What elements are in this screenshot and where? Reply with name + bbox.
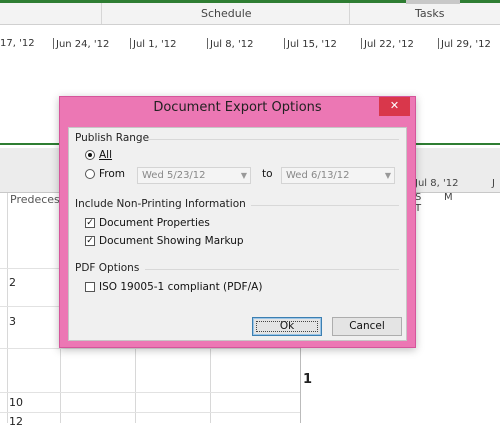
to-date-value: Wed 6/13/12 — [286, 170, 350, 181]
dialog-body: Publish Range All From Wed 5/23/12 ▼ to … — [68, 127, 407, 341]
predecessor-cell[interactable]: 12 — [9, 415, 23, 428]
cancel-button[interactable]: Cancel — [332, 317, 402, 336]
timeline-tick: 17, '12 — [0, 38, 35, 49]
close-button[interactable]: ✕ — [379, 97, 410, 116]
section-rule — [149, 139, 399, 140]
ribbon-divider — [0, 24, 500, 25]
timeline-tick: Jul 22, '12 — [361, 38, 414, 50]
chevron-down-icon: ▼ — [240, 171, 247, 180]
gantt-bar-marker: 1 — [303, 372, 313, 387]
ribbon-group-tasks[interactable]: Tasks — [415, 7, 444, 20]
document-markup-checkbox[interactable]: ✓ — [85, 236, 95, 246]
ok-button-label: Ok — [253, 318, 321, 335]
ribbon-group-schedule[interactable]: Schedule — [201, 7, 252, 20]
row-divider — [0, 412, 300, 413]
timeline-tick: Jul 15, '12 — [284, 38, 337, 50]
from-date-select[interactable]: Wed 5/23/12 ▼ — [137, 167, 251, 184]
document-properties-label[interactable]: Document Properties — [99, 217, 210, 229]
gantt-week-label: Jul 8, '12 — [415, 178, 459, 189]
row-divider — [0, 392, 300, 393]
cancel-button-label: Cancel — [349, 320, 385, 332]
close-icon: ✕ — [389, 99, 400, 112]
timeline: 17, '12 Jun 24, '12 Jul 1, '12 Jul 8, '1… — [0, 36, 500, 58]
column-header-predecessors[interactable]: Predecess — [10, 193, 66, 206]
gantt-next-week-label: J — [492, 178, 495, 189]
column-divider — [7, 193, 8, 423]
row-divider — [0, 348, 300, 349]
iso-pdfa-label[interactable]: ISO 19005-1 compliant (PDF/A) — [99, 281, 262, 293]
ok-button[interactable]: Ok — [252, 317, 322, 336]
timeline-tick: Jul 1, '12 — [130, 38, 176, 50]
from-date-value: Wed 5/23/12 — [142, 170, 206, 181]
document-properties-checkbox[interactable]: ✓ — [85, 218, 95, 228]
from-radio-label[interactable]: From — [99, 168, 125, 180]
dialog-title: Document Export Options — [153, 100, 322, 115]
to-label: to — [262, 168, 273, 180]
gantt-day: S — [415, 192, 422, 203]
all-radio-label[interactable]: All — [99, 149, 112, 161]
section-rule — [251, 205, 399, 206]
gantt-day-labels: S M T — [415, 192, 500, 214]
all-radio[interactable] — [85, 150, 95, 160]
ribbon-separator — [349, 3, 350, 24]
ribbon-separator — [101, 3, 102, 24]
predecessor-cell[interactable]: 10 — [9, 396, 23, 409]
gantt-day: T — [415, 203, 422, 214]
predecessor-cell[interactable]: 3 — [9, 315, 16, 328]
predecessor-cell[interactable]: 2 — [9, 276, 16, 289]
iso-pdfa-checkbox[interactable] — [85, 282, 95, 292]
from-radio[interactable] — [85, 169, 95, 179]
timeline-tick: Jul 29, '12 — [438, 38, 491, 50]
timeline-tick: Jun 24, '12 — [53, 38, 109, 50]
chevron-down-icon: ▼ — [384, 171, 391, 180]
to-date-select[interactable]: Wed 6/13/12 ▼ — [281, 167, 395, 184]
document-markup-label[interactable]: Document Showing Markup — [99, 235, 244, 247]
timeline-tick: Jul 8, '12 — [207, 38, 253, 50]
pdf-options-heading: PDF Options — [75, 262, 140, 274]
ribbon-scroll-stub — [406, 0, 460, 4]
publish-range-heading: Publish Range — [75, 132, 150, 144]
non-printing-heading: Include Non-Printing Information — [75, 198, 246, 210]
document-export-options-dialog: Document Export Options ✕ Publish Range … — [59, 96, 416, 348]
gantt-day: M — [444, 192, 453, 203]
section-rule — [145, 269, 399, 270]
